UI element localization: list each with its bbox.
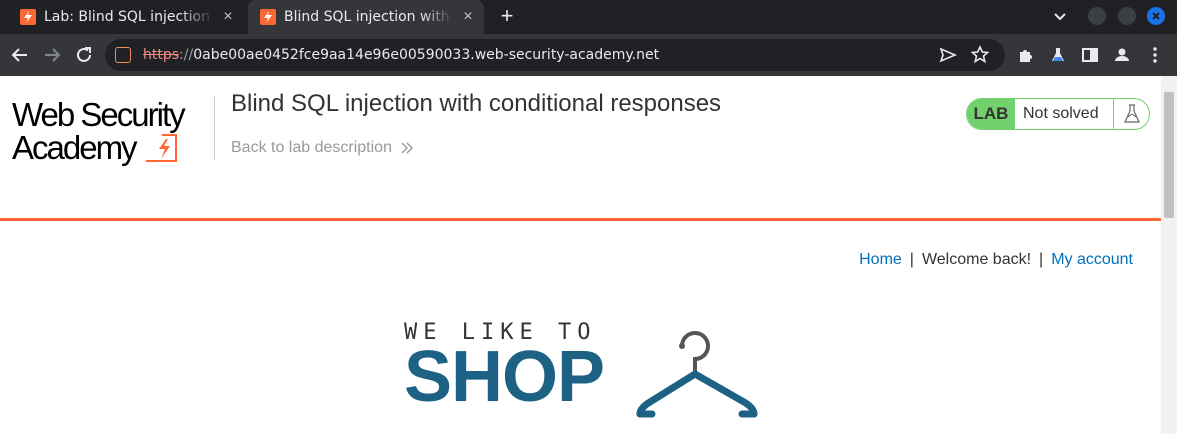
close-icon[interactable]: × [460, 9, 476, 25]
logo-bolt-icon [146, 134, 177, 162]
back-to-lab-description-link[interactable]: Back to lab description [231, 139, 414, 157]
site-info-icon[interactable] [115, 47, 131, 63]
browser-toolbar: https://0abe00ae0452fce9aa14e96e00590033… [0, 34, 1177, 76]
new-tab-button[interactable]: + [495, 4, 519, 28]
reload-icon[interactable] [72, 43, 96, 67]
address-bar[interactable]: https://0abe00ae0452fce9aa14e96e00590033… [105, 39, 1005, 71]
chevron-down-icon[interactable] [1050, 6, 1070, 26]
we-like-to-shop-logo: WE LIKE TO SHOP [404, 320, 764, 432]
send-icon[interactable] [936, 43, 960, 67]
shop-logo-wordmark: SHOP [404, 337, 605, 417]
top-navigation: Home | Welcome back! | My account [859, 251, 1133, 269]
my-account-link[interactable]: My account [1051, 251, 1133, 268]
tab-title: Lab: Blind SQL injection with conditiona… [44, 9, 214, 25]
flask-icon [1113, 99, 1149, 129]
home-link[interactable]: Home [859, 251, 902, 268]
welcome-text: Welcome back! [921, 251, 1032, 268]
web-security-academy-logo[interactable]: Web Security Academy [12, 96, 212, 168]
nav-separator: | [909, 251, 914, 268]
header-divider [214, 96, 215, 160]
hanger-icon [636, 331, 758, 418]
double-chevron-right-icon [401, 142, 413, 154]
profile-icon[interactable] [1110, 43, 1134, 67]
tab-strip: Lab: Blind SQL injection with conditiona… [0, 0, 1177, 34]
side-panel-icon[interactable] [1078, 43, 1102, 67]
nav-separator: | [1039, 251, 1044, 268]
close-icon[interactable]: × [220, 9, 236, 25]
tab-title: Blind SQL injection with conditional res… [284, 9, 454, 25]
scrollbar-thumb[interactable] [1164, 92, 1174, 218]
star-icon[interactable] [968, 43, 992, 67]
flask-extension-icon[interactable] [1046, 43, 1070, 67]
puzzle-icon[interactable] [1014, 43, 1038, 67]
lab-status-text: Not solved [1023, 105, 1099, 122]
page-scrollbar[interactable] [1161, 76, 1177, 434]
close-window-button[interactable] [1147, 7, 1165, 25]
maximize-button[interactable] [1118, 7, 1136, 25]
lightning-icon [20, 9, 36, 25]
tab-lab-page[interactable]: Blind SQL injection with conditional res… [248, 0, 484, 34]
url-text: https://0abe00ae0452fce9aa14e96e00590033… [143, 47, 660, 63]
lab-title: Blind SQL injection with conditional res… [231, 90, 722, 117]
kebab-menu-icon[interactable] [1143, 43, 1167, 67]
minimize-button[interactable] [1088, 7, 1106, 25]
academy-lab-header: Web Security Academy Blind SQL injection… [0, 76, 1161, 221]
tab-lab-description[interactable]: Lab: Blind SQL injection with conditiona… [8, 0, 244, 34]
lab-status-widget: LAB Not solved [966, 98, 1150, 130]
web-page: Web Security Academy Blind SQL injection… [0, 76, 1161, 434]
back-arrow-icon[interactable] [8, 43, 32, 67]
lab-tag: LAB [967, 99, 1015, 129]
forward-arrow-icon[interactable] [40, 43, 64, 67]
lightning-icon [260, 9, 276, 25]
